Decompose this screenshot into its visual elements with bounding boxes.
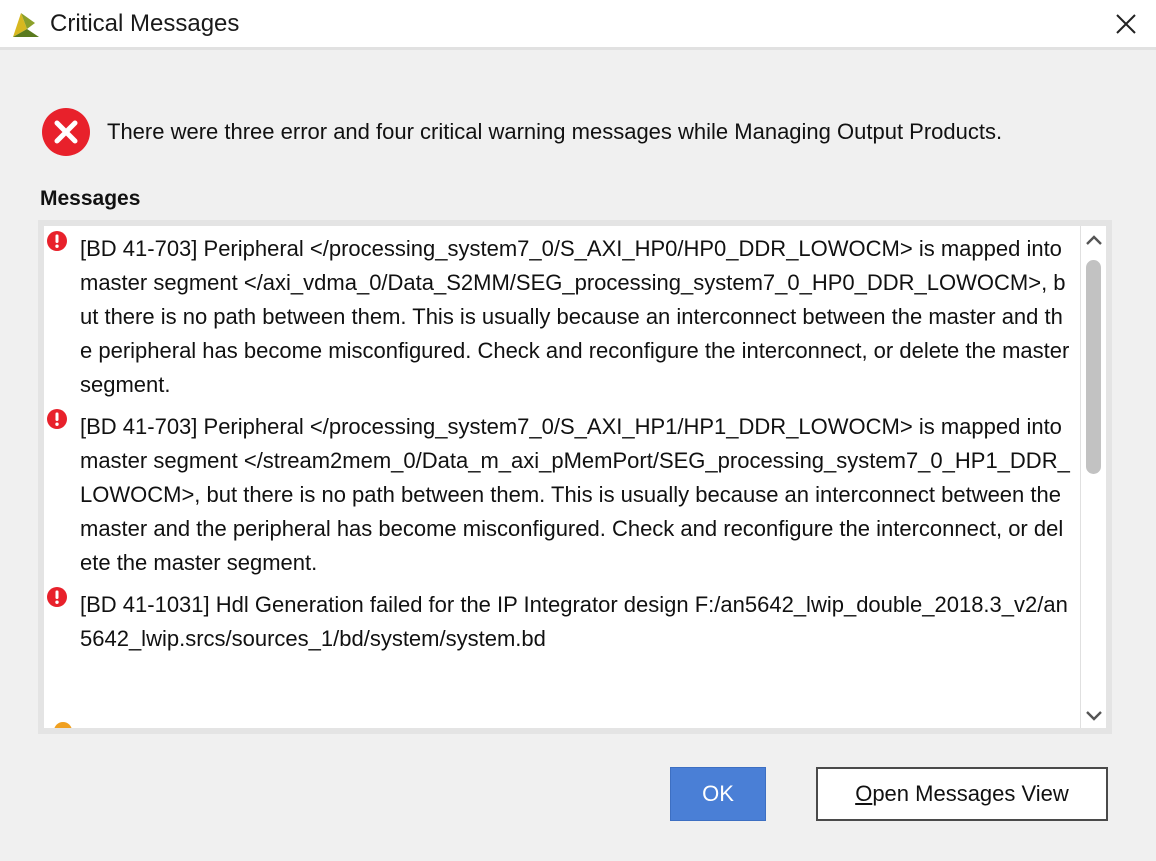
- summary-text: There were three error and four critical…: [107, 119, 1003, 144]
- open-messages-view-button[interactable]: Open Messages View: [816, 767, 1108, 821]
- message-item[interactable]: [BD 41-703] Peripheral </processing_syst…: [44, 409, 1080, 580]
- error-icon: [47, 231, 67, 251]
- messages-scrollbar[interactable]: [1080, 226, 1106, 728]
- messages-list[interactable]: [BD 41-703] Peripheral </processing_syst…: [44, 226, 1080, 728]
- message-item[interactable]: [BD 41-1031] Hdl Generation failed for t…: [44, 587, 1080, 656]
- message-item[interactable]: [BD 41-703] Peripheral </processing_syst…: [44, 226, 1080, 402]
- summary: There were three error and four critical…: [42, 108, 1002, 156]
- title-bar: Critical Messages: [0, 0, 1156, 50]
- message-text: [BD 41-1031] Hdl Generation failed for t…: [80, 592, 1068, 651]
- vivado-logo-icon: [13, 13, 39, 37]
- messages-label: Messages: [40, 187, 141, 210]
- close-button[interactable]: [1106, 6, 1146, 42]
- error-icon: [47, 587, 67, 607]
- message-text: [BD 41-703] Peripheral </processing_syst…: [80, 414, 1070, 575]
- error-icon: [47, 409, 67, 429]
- mnemonic-letter: O: [855, 781, 873, 806]
- message-text: [BD 41-703] Peripheral </processing_syst…: [80, 236, 1070, 397]
- scroll-thumb[interactable]: [1086, 260, 1101, 474]
- window-title: Critical Messages: [50, 10, 240, 37]
- error-circle-icon: [42, 108, 90, 156]
- ok-button[interactable]: OK: [670, 767, 766, 821]
- scroll-up-button[interactable]: [1081, 228, 1106, 252]
- chevron-down-icon: [1085, 711, 1102, 721]
- warning-icon: [54, 722, 72, 728]
- messages-panel: [BD 41-703] Peripheral </processing_syst…: [38, 220, 1112, 734]
- close-icon: [1116, 14, 1136, 34]
- chevron-up-icon: [1085, 235, 1102, 245]
- scroll-down-button[interactable]: [1081, 704, 1106, 728]
- button-label: pen Messages View: [872, 781, 1069, 806]
